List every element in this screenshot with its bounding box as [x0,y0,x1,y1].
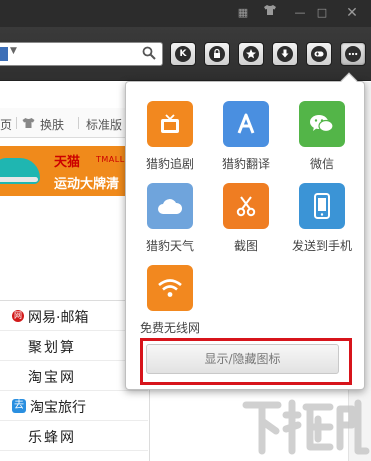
favorite-button[interactable] [238,42,264,66]
game-button[interactable] [306,42,332,66]
address-bar[interactable]: ▼ [0,42,163,66]
lock-button[interactable] [204,42,230,66]
grid-icon[interactable]: ▦ [233,4,253,22]
banner-subtitle: 运动大牌清 [54,177,120,192]
app-label: 猎豹天气 [145,239,194,253]
site-item[interactable]: 去 淘宝旅行 [0,391,148,421]
dropdown-arrow-icon[interactable]: ▼ [10,46,17,56]
skin-icon [22,118,35,128]
site-item[interactable]: 乐蜂网 [0,421,148,451]
app-free-wifi[interactable]: 免费无线网 [131,265,207,345]
nav-item[interactable]: 页 [0,116,12,133]
highlight-box [140,338,352,385]
search-icon[interactable] [142,46,156,60]
toolbar: ▼ K [0,27,371,81]
more-icon [345,46,361,62]
skin-icon[interactable] [260,4,280,22]
netease-icon: 网 [12,310,24,322]
k-icon: K [175,46,191,62]
site-label: 淘宝旅行 [30,400,86,416]
close-icon[interactable]: ✕ [342,4,362,22]
download-icon [277,46,293,62]
tv-icon [147,101,193,147]
translate-icon [223,101,269,147]
wechat-icon [299,101,345,147]
taobao-travel-icon: 去 [12,399,26,413]
site-label: 聚划算 [28,340,76,356]
banner-title: 天猫 [54,155,81,170]
site-label: 淘宝网 [28,370,76,386]
app-screenshot[interactable]: 截图 [207,183,283,263]
title-bar: ▦ — □ ✕ [0,0,371,27]
shoe-image [0,158,40,184]
site-label: 网易·邮箱 [28,310,89,326]
download-button[interactable] [272,42,298,66]
site-label: 乐蜂网 [28,430,76,446]
phone-icon [299,183,345,229]
app-translate[interactable]: 猎豹翻译 [207,101,283,181]
lock-icon [209,46,225,62]
minimize-icon[interactable]: — [290,4,310,22]
watermark-logo [242,399,370,455]
gamepad-icon [311,46,327,62]
app-label: 发送到手机 [291,239,352,253]
app-tv[interactable]: 猎豹追剧 [131,101,207,181]
divider [16,117,17,129]
app-label: 猎豹追剧 [145,157,194,171]
maximize-icon[interactable]: □ [312,4,332,22]
more-button[interactable] [340,42,366,66]
app-label: 免费无线网 [139,321,200,335]
scissors-icon [223,183,269,229]
app-weather[interactable]: 猎豹天气 [131,183,207,263]
site-icon [0,47,8,61]
app-wechat[interactable]: 微信 [283,101,359,181]
app-label: 猎豹翻译 [221,157,270,171]
wifi-icon [147,265,193,311]
star-icon [243,46,259,62]
k-button[interactable]: K [170,42,196,66]
weather-icon [147,183,193,229]
app-label: 微信 [309,157,334,171]
app-send-to-phone[interactable]: 发送到手机 [283,183,359,263]
app-label: 截图 [233,239,258,253]
nav-item-skin[interactable]: 换肤 [40,116,64,133]
nav-item-standard[interactable]: 标准版 [86,116,122,133]
divider [78,117,79,129]
